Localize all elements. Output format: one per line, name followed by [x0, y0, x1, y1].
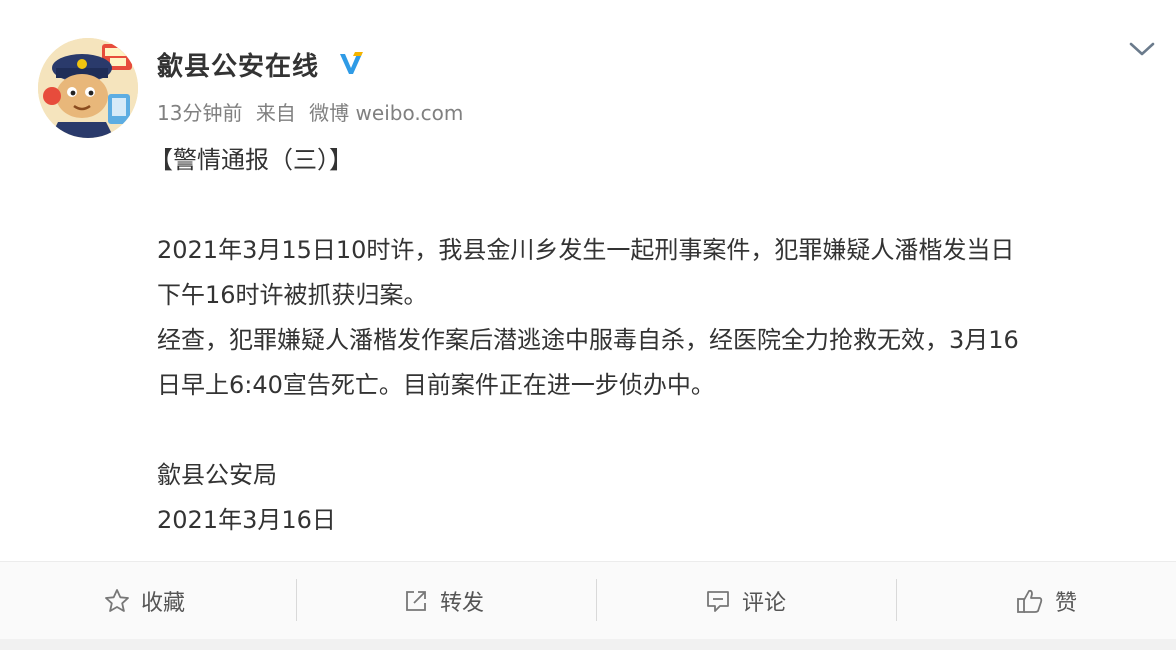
avatar[interactable]	[38, 38, 138, 138]
post-line: 经查，犯罪嫌疑人潘楷发作案后潜逃途中服毒自杀，经医院全力抢救无效，3月16	[157, 326, 1019, 354]
comment-icon	[707, 591, 729, 612]
action-bar: 收藏 转发 评论 赞	[0, 561, 1176, 640]
comment-label: 评论	[742, 591, 787, 616]
weibo-post-card: 歙县公安在线 13分钟前 来自 微博 weibo.com 【警情通报（三）】 2…	[0, 0, 1176, 650]
post-line: 下午16时许被抓获归案。	[157, 281, 428, 309]
divider	[296, 579, 297, 621]
post-line: 2021年3月15日10时许，我县金川乡发生一起刑事案件，犯罪嫌疑人潘楷发当日	[157, 236, 1015, 264]
comment-button[interactable]: 评论	[704, 562, 786, 640]
like-button[interactable]: 赞	[1015, 562, 1077, 640]
like-label: 赞	[1055, 591, 1078, 616]
post-line: 日早上6:40宣告死亡。目前案件正在进一步侦办中。	[157, 371, 715, 399]
chevron-down-icon[interactable]	[1125, 38, 1159, 60]
post-date: 2021年3月16日	[157, 506, 336, 534]
post-signature: 歙县公安局	[157, 461, 277, 489]
repost-label: 转发	[440, 591, 485, 616]
favorite-button[interactable]: 收藏	[103, 562, 185, 640]
divider	[596, 579, 597, 621]
post-time[interactable]: 13分钟前	[157, 101, 242, 125]
star-icon	[105, 589, 129, 612]
account-name[interactable]: 歙县公安在线	[157, 46, 319, 83]
police-mascot-icon	[38, 38, 138, 138]
post-meta: 13分钟前 来自 微博 weibo.com	[157, 97, 470, 126]
share-icon	[406, 591, 426, 611]
post-title: 【警情通报（三）】	[149, 146, 353, 174]
card-bottom-edge	[0, 639, 1176, 650]
verified-icon	[340, 52, 363, 74]
favorite-label: 收藏	[141, 591, 186, 616]
repost-button[interactable]: 转发	[402, 562, 484, 640]
thumbs-up-icon	[1017, 589, 1043, 613]
post-source-label: 来自	[255, 101, 296, 125]
post-source[interactable]: 微博 weibo.com	[309, 101, 463, 125]
divider	[896, 579, 897, 621]
post-body: 【警情通报（三）】 2021年3月15日10时许，我县金川乡发生一起刑事案件，犯…	[149, 138, 1157, 543]
